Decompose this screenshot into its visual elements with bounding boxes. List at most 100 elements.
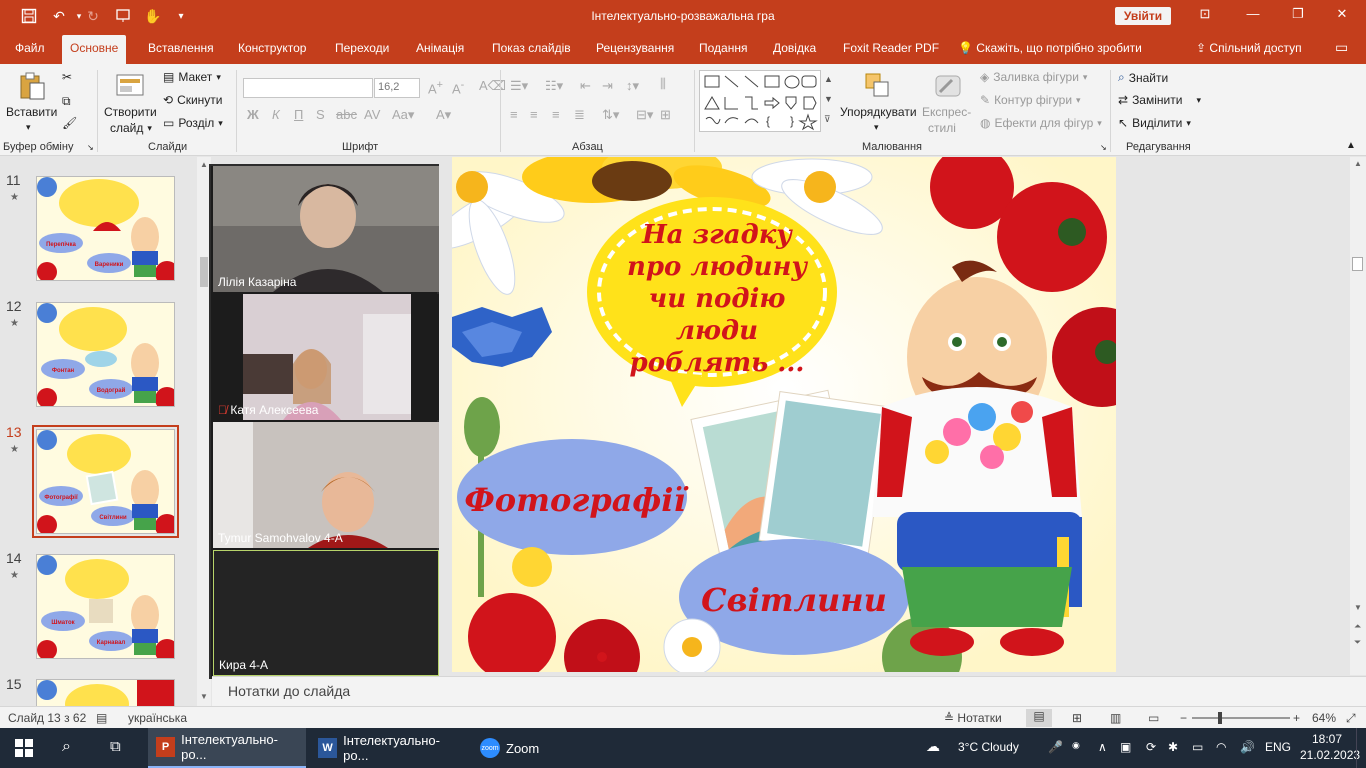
tab-foxit[interactable]: Foxit Reader PDF xyxy=(843,41,939,55)
zoom-tray-icon[interactable]: ◉ xyxy=(1072,740,1080,751)
paste-dropdown-icon[interactable]: ▾ xyxy=(26,122,31,133)
shapes-scroll-up-icon[interactable]: ▲ xyxy=(824,74,833,84)
zoom-video-gallery[interactable]: Лілія Казаріна 🎙̸ Катя Алексеева Tymur S… xyxy=(209,164,439,679)
section-button[interactable]: ▭ Розділ ▾ xyxy=(163,116,223,130)
increase-indent-icon[interactable]: ⇥ xyxy=(602,78,613,94)
align-left-icon[interactable]: ≡ xyxy=(510,107,518,122)
drawing-launcher-icon[interactable]: ↘ xyxy=(1100,143,1107,152)
copy-icon[interactable]: ⧉ xyxy=(62,94,71,109)
language-indicator[interactable]: українська xyxy=(128,711,187,725)
align-text-icon[interactable]: ⊟▾ xyxy=(636,107,653,123)
zoom-level[interactable]: 64% xyxy=(1312,711,1336,725)
restore-icon[interactable]: ❐ xyxy=(1283,6,1313,26)
find-button[interactable]: ⌕ Знайти xyxy=(1118,70,1168,85)
sync-icon[interactable]: ⟳ xyxy=(1146,740,1156,754)
font-color-icon[interactable]: A▾ xyxy=(436,107,451,123)
select-button[interactable]: ↖ Виділити ▾ xyxy=(1118,116,1191,130)
scroll-up-icon[interactable]: ▲ xyxy=(1354,159,1362,168)
scroll-down-icon[interactable]: ▼ xyxy=(200,692,208,701)
tab-animations[interactable]: Анімація xyxy=(416,41,464,55)
text-direction-icon[interactable]: ⇅▾ xyxy=(602,107,619,123)
weather-text[interactable]: 3°C Cloudy xyxy=(958,740,1019,754)
change-case-icon[interactable]: Aa▾ xyxy=(392,107,414,123)
notes-pane[interactable]: Нотатки до слайда xyxy=(212,676,1366,706)
slide-thumbnail[interactable]: Перепічка Вареники xyxy=(36,176,175,281)
minimize-icon[interactable]: — xyxy=(1238,6,1268,26)
bullets-icon[interactable]: ☰▾ xyxy=(510,78,528,94)
bold-button[interactable]: Ж xyxy=(247,107,259,122)
font-size-combo[interactable]: 16,2 xyxy=(374,78,420,98)
numbering-icon[interactable]: ☷▾ xyxy=(545,78,563,94)
reading-view-icon[interactable]: ▥ xyxy=(1110,711,1121,725)
network-tray-icon[interactable]: ▣ xyxy=(1120,740,1131,754)
microphone-icon[interactable]: 🎤 xyxy=(1048,740,1063,754)
zoom-in-icon[interactable]: + xyxy=(1293,711,1300,725)
tab-file[interactable]: Файл xyxy=(15,41,45,55)
shape-fill-button[interactable]: ◈ Заливка фігури ▾ xyxy=(980,70,1087,84)
tab-view[interactable]: Подання xyxy=(699,41,747,55)
decrease-indent-icon[interactable]: ⇤ xyxy=(580,78,591,94)
answer-option-right[interactable]: Світлини xyxy=(688,581,900,619)
shapes-gallery[interactable]: {} xyxy=(699,70,821,132)
line-spacing-icon[interactable]: ↕▾ xyxy=(626,78,639,94)
shapes-scroll-down-icon[interactable]: ▼ xyxy=(824,94,833,104)
current-slide[interactable]: На згадку про людину чи подію люди робля… xyxy=(452,157,1116,672)
ribbon-display-options-icon[interactable]: ⊡ xyxy=(1190,6,1220,26)
shape-outline-button[interactable]: ✎ Контур фігури ▾ xyxy=(980,93,1081,107)
scroll-up-icon[interactable]: ▲ xyxy=(200,160,208,169)
columns-icon[interactable]: ⫼ xyxy=(660,76,666,92)
answer-option-left[interactable]: Фотографії xyxy=(460,481,690,519)
tab-help[interactable]: Довідка xyxy=(773,41,816,55)
bluetooth-icon[interactable]: ✱ xyxy=(1168,740,1178,754)
align-center-icon[interactable]: ≡ xyxy=(530,107,538,122)
participant-video-tile[interactable]: Tymur Samohvalov 4-A xyxy=(213,422,439,548)
quick-styles-label[interactable]: Експрес- xyxy=(922,105,971,119)
previous-slide-icon[interactable]: ⏶ xyxy=(1354,621,1361,632)
slide-thumbnail[interactable]: Фонтан Водограй xyxy=(36,302,175,407)
align-right-icon[interactable]: ≡ xyxy=(552,107,560,122)
slide-thumbnail-selected[interactable]: Фотографії Світлини xyxy=(32,425,179,538)
arrange-button[interactable]: Упорядкувати xyxy=(840,105,917,119)
scrollbar-thumb[interactable] xyxy=(1352,257,1363,271)
tab-home[interactable]: Основне xyxy=(62,35,127,64)
input-language[interactable]: ENG xyxy=(1265,740,1291,754)
slide-thumbnail[interactable] xyxy=(36,679,175,706)
search-icon[interactable]: ⌕ xyxy=(62,738,82,758)
shapes-more-icon[interactable]: ⊽ xyxy=(824,114,831,125)
show-hidden-icons[interactable]: ∧ xyxy=(1098,740,1107,754)
next-slide-icon[interactable]: ⏷ xyxy=(1354,637,1361,648)
shadow-icon[interactable]: S xyxy=(316,107,325,122)
show-desktop-button[interactable] xyxy=(1356,728,1366,768)
strikethrough-icon[interactable]: abc xyxy=(336,107,357,122)
volume-icon[interactable]: 🔊 xyxy=(1240,740,1255,754)
normal-view-icon[interactable]: ▤ xyxy=(1026,709,1052,727)
slide-question-text[interactable]: На згадку про людину чи подію люди робля… xyxy=(612,219,822,379)
underline-button[interactable]: П xyxy=(294,107,303,122)
scrollbar-thumb[interactable] xyxy=(200,257,208,287)
new-slide-button[interactable]: слайд ▾ xyxy=(110,121,152,135)
slideshow-view-icon[interactable]: ▭ xyxy=(1148,711,1159,725)
scroll-down-icon[interactable]: ▼ xyxy=(1354,603,1362,612)
task-view-icon[interactable]: ⧉ xyxy=(110,738,130,758)
shape-effects-button[interactable]: ◍ Ефекти для фігур ▾ xyxy=(980,116,1102,130)
tab-review[interactable]: Рецензування xyxy=(596,41,674,55)
layout-button[interactable]: ▤ Макет ▾ xyxy=(163,70,221,84)
quick-styles-label-2[interactable]: стилі xyxy=(928,121,956,135)
slide-scrollbar[interactable]: ▲ ▼ ⏶ ⏷ xyxy=(1350,157,1366,675)
paste-button[interactable]: Вставити xyxy=(6,105,57,119)
spellcheck-icon[interactable]: ▤ xyxy=(96,711,107,725)
participant-video-tile-active-speaker[interactable]: Кира 4-А xyxy=(213,550,439,676)
format-painter-icon[interactable]: 🖌 xyxy=(62,116,77,130)
comments-icon[interactable]: ▭ xyxy=(1335,39,1348,56)
battery-icon[interactable]: ▭ xyxy=(1192,740,1203,754)
taskbar-powerpoint[interactable]: P Інтелектуально-ро... xyxy=(148,728,306,768)
share-button[interactable]: ⇪ Спільний доступ xyxy=(1196,41,1302,55)
close-icon[interactable]: ✕ xyxy=(1327,6,1357,26)
tell-me-box[interactable]: 💡 Скажіть, що потрібно зробити xyxy=(958,41,1142,55)
tab-slideshow[interactable]: Показ слайдів xyxy=(492,41,571,55)
windows-start-icon[interactable] xyxy=(14,738,34,758)
replace-button[interactable]: ⇄ Замінити ▾ xyxy=(1118,93,1201,107)
slide-sorter-icon[interactable]: ⊞ xyxy=(1072,711,1082,725)
smartart-icon[interactable]: ⊞ xyxy=(660,107,671,123)
wifi-icon[interactable]: ◠ xyxy=(1216,740,1226,754)
